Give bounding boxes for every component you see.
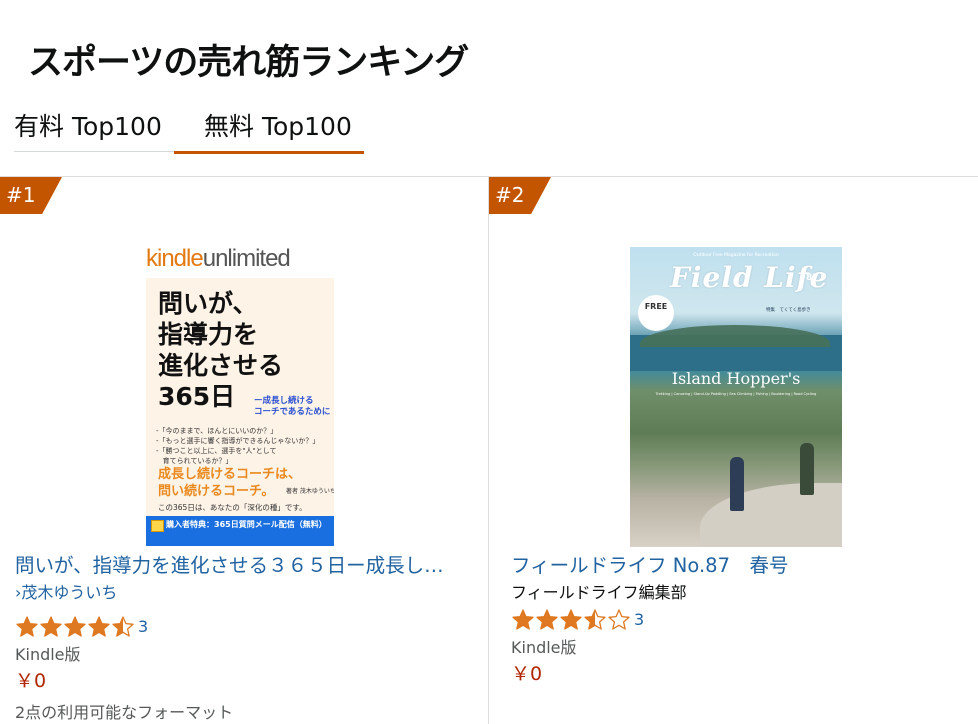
star-rating[interactable]: 3 bbox=[15, 615, 148, 639]
cover-side-text: 特集 てくてく島歩き bbox=[766, 308, 811, 313]
cover-author: 著者 茂木ゆういち bbox=[286, 488, 334, 495]
cover-quotes: -「今のままで、ほんとにいいのか？」 -「もっと選手に響く指導ができるんじゃない… bbox=[156, 427, 320, 465]
cover-title: 問いが、 指導力を 進化させる 365日 bbox=[158, 289, 284, 411]
section-divider bbox=[0, 176, 978, 177]
cover-note: この365日は、あなたの「深化の種」です。 bbox=[158, 503, 307, 512]
cover-issue-number: 87 bbox=[806, 273, 819, 283]
star-empty-icon bbox=[608, 609, 630, 630]
tab-paid-top100[interactable]: 有料 Top100 bbox=[14, 108, 174, 152]
kindle-logo-text: kindle bbox=[146, 245, 204, 272]
rank-badge: #2 bbox=[489, 177, 551, 214]
star-full-icon bbox=[88, 616, 110, 637]
cover-banner-text: 購入者特典：365日質問メール配信（無料） bbox=[166, 520, 327, 529]
cover-small-text: Trekking | Canoeing | Stand-Up Paddling … bbox=[655, 392, 817, 396]
star-full-icon bbox=[64, 616, 86, 637]
price: ￥0 bbox=[15, 670, 47, 692]
cover-islands-shape bbox=[640, 325, 830, 347]
cover-masthead: Field Life bbox=[670, 261, 829, 294]
star-rating[interactable]: 3 bbox=[511, 608, 644, 632]
tab-free-top100[interactable]: 無料 Top100 bbox=[174, 108, 364, 154]
format-label: Kindle版 bbox=[511, 638, 577, 657]
star-full-icon bbox=[16, 616, 38, 637]
cover-subtitle: ー成長し続ける コーチであるために bbox=[254, 396, 331, 417]
price: ￥0 bbox=[511, 663, 543, 685]
cover-free-badge: FREE bbox=[638, 295, 674, 331]
author-name: フィールドライフ編集部 bbox=[511, 583, 687, 602]
cover-rock-shape bbox=[700, 483, 842, 547]
stars-container bbox=[15, 615, 135, 639]
product-title-link[interactable]: フィールドライフ No.87 春号 bbox=[511, 553, 951, 579]
star-full-icon bbox=[40, 616, 62, 637]
star-full-icon bbox=[536, 609, 558, 630]
cover-hiker-figure bbox=[800, 443, 814, 495]
cover-hiker-figure bbox=[730, 457, 744, 511]
gift-icon bbox=[151, 520, 164, 532]
unlimited-logo-text: unlimited bbox=[202, 245, 291, 272]
column-divider bbox=[488, 177, 489, 724]
book-cover-image[interactable]: Outdoor Free Magazine for Recreation Fie… bbox=[630, 247, 842, 547]
book-cover-image[interactable]: kindleunlimited 問いが、 指導力を 進化させる 365日 ー成長… bbox=[146, 238, 334, 546]
cover-banner: 購入者特典：365日質問メール配信（無料） bbox=[146, 516, 334, 546]
rank-badge: #1 bbox=[0, 177, 62, 214]
stars-container bbox=[511, 608, 631, 632]
star-half-icon bbox=[584, 609, 606, 630]
page-title: スポーツの売れ筋ランキング bbox=[28, 43, 469, 83]
rating-count: 3 bbox=[138, 617, 149, 636]
rating-count: 3 bbox=[634, 610, 645, 629]
star-half-icon bbox=[112, 616, 134, 637]
cover-tagline: 成長し続けるコーチは、 問い続けるコーチ。 bbox=[158, 467, 302, 499]
product-title-link[interactable]: 問いが、指導力を進化させる３６５日ー成長し続けるコーチであるために bbox=[15, 553, 459, 579]
star-full-icon bbox=[560, 609, 582, 630]
star-full-icon bbox=[512, 609, 534, 630]
cover-headline: Island Hopper's bbox=[671, 369, 801, 388]
more-formats-text: 2点の利用可能なフォーマット bbox=[15, 703, 234, 722]
kindle-unlimited-logo: kindleunlimited bbox=[146, 238, 334, 278]
author-name: 茂木ゆういち bbox=[21, 583, 118, 602]
format-label: Kindle版 bbox=[15, 645, 81, 664]
cover-tagline: Outdoor Free Magazine for Recreation bbox=[693, 253, 779, 258]
author-link[interactable]: ›茂木ゆういち bbox=[15, 582, 117, 604]
